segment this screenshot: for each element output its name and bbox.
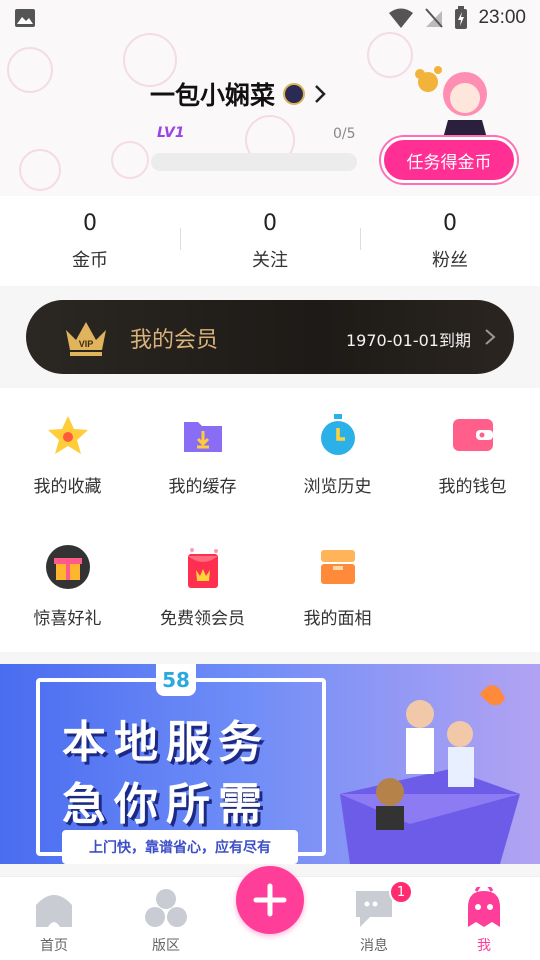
profile-ghost-icon (468, 887, 500, 927)
vip-expire-date: 1970-01-01到期 (346, 331, 471, 350)
vip-section: VIP 我的会员 1970-01-01到期 (0, 286, 540, 388)
download-folder-icon (183, 422, 222, 452)
vip-title: 我的会员 (130, 328, 219, 353)
menu-item-surprise-gift[interactable]: 惊喜好礼 (0, 520, 135, 640)
feature-grid: 我的收藏 我的缓存 浏览历史 我的钱包 惊喜好礼 免费领会员 我的面相 (0, 388, 540, 652)
battery-charging-icon (455, 6, 468, 29)
menu-item-wallet[interactable]: 我的钱包 (405, 388, 540, 508)
stat-followers[interactable]: 0 粉丝 (360, 196, 540, 286)
vip-crown-text: VIP (79, 339, 94, 349)
menu-label: 我的收藏 (33, 477, 102, 497)
wallet-icon (452, 419, 493, 451)
tab-label: 消息 (360, 938, 388, 954)
task-earn-coins-button[interactable]: 任务得金币 (381, 137, 517, 183)
menu-label: 我的面相 (303, 609, 372, 629)
stat-coins[interactable]: 0 金币 (0, 196, 180, 286)
tab-label: 版区 (152, 938, 180, 954)
menu-label: 浏览历史 (303, 477, 372, 497)
level-progress-bar (151, 153, 357, 171)
stat-following[interactable]: 0 关注 (180, 196, 360, 286)
stat-label: 金币 (72, 249, 108, 271)
service-workers-illustration (340, 685, 520, 864)
plus-icon (253, 883, 287, 917)
gallery-notification-icon (15, 9, 35, 27)
level-label: LV1 (157, 125, 185, 141)
stats-row: 0 金币 0 关注 0 粉丝 (0, 196, 540, 286)
red-envelope-icon (187, 548, 218, 588)
star-icon (47, 416, 88, 454)
message-unread-badge: 1 (389, 880, 413, 904)
stat-value: 0 (443, 210, 457, 236)
stat-label: 粉丝 (432, 249, 468, 271)
menu-item-free-vip[interactable]: 免费领会员 (135, 520, 270, 640)
menu-item-history[interactable]: 浏览历史 (270, 388, 405, 508)
vip-card[interactable]: VIP 我的会员 1970-01-01到期 (26, 300, 514, 374)
profile-header: 23:00 一包小娴菜 LV1 0/5 任务得金币 (0, 0, 540, 196)
banner-headline-1: 本地服务 (62, 717, 270, 768)
menu-item-cache[interactable]: 我的缓存 (135, 388, 270, 508)
crown-badge-icon (283, 83, 306, 105)
username-row[interactable]: 一包小娴菜 (150, 76, 327, 112)
stat-label: 关注 (252, 249, 288, 271)
tab-label: 首页 (40, 938, 68, 954)
create-post-button[interactable] (236, 866, 304, 934)
banner-logo: 58 (156, 664, 196, 696)
menu-label: 免费领会员 (160, 609, 245, 629)
menu-label: 我的缓存 (168, 477, 237, 497)
chevron-right-icon (315, 85, 326, 103)
vip-crown-icon: VIP (66, 322, 106, 356)
tab-me[interactable]: 我 (430, 877, 538, 960)
ad-banner[interactable]: 58 本地服务 急你所需 上门快，靠谱省心，应有尽有 (0, 664, 540, 864)
stopwatch-icon (320, 414, 355, 455)
banner-subtitle: 上门快，靠谱省心，应有尽有 (62, 830, 298, 864)
tab-board[interactable]: 版区 (112, 877, 220, 960)
menu-label: 惊喜好礼 (33, 609, 102, 629)
clock: 23:00 (478, 7, 526, 28)
banner-headline-2: 急你所需 (62, 779, 270, 830)
level-progress-count: 0/5 (333, 126, 356, 142)
stat-value: 0 (263, 210, 277, 236)
tab-home[interactable]: 首页 (0, 877, 108, 960)
menu-item-face-reading[interactable]: 我的面相 (270, 520, 405, 640)
home-icon (36, 895, 72, 927)
no-signal-icon (425, 8, 444, 28)
box-icon (320, 550, 355, 584)
board-icon (145, 889, 187, 927)
chevron-right-icon (485, 329, 496, 345)
stat-value: 0 (83, 210, 97, 236)
gift-icon (45, 545, 90, 589)
menu-item-favorites[interactable]: 我的收藏 (0, 388, 135, 508)
username: 一包小娴菜 (150, 82, 276, 110)
wifi-icon (389, 8, 414, 28)
tab-label: 我 (477, 938, 491, 954)
mascot-image (415, 66, 488, 142)
menu-label: 我的钱包 (438, 477, 507, 497)
status-bar: 23:00 (0, 0, 540, 36)
